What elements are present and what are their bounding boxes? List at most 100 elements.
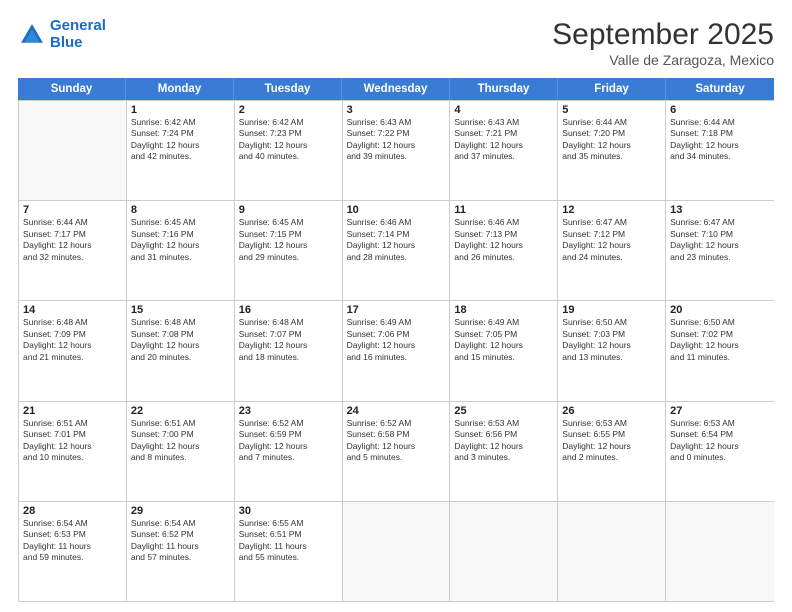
day-info: Sunrise: 6:53 AMSunset: 6:55 PMDaylight:… bbox=[562, 418, 661, 464]
day-number: 9 bbox=[239, 204, 338, 216]
logo: General Blue bbox=[18, 18, 106, 51]
calendar: SundayMondayTuesdayWednesdayThursdayFrid… bbox=[18, 78, 774, 602]
logo-line1: General bbox=[50, 17, 106, 34]
day-cell-15: 15Sunrise: 6:48 AMSunset: 7:08 PMDayligh… bbox=[127, 301, 235, 400]
day-cell-2: 2Sunrise: 6:42 AMSunset: 7:23 PMDaylight… bbox=[235, 101, 343, 200]
weekday-header-friday: Friday bbox=[558, 78, 666, 100]
day-number: 19 bbox=[562, 304, 661, 316]
day-cell-7: 7Sunrise: 6:44 AMSunset: 7:17 PMDaylight… bbox=[19, 201, 127, 300]
day-cell-30: 30Sunrise: 6:55 AMSunset: 6:51 PMDayligh… bbox=[235, 502, 343, 601]
day-number: 2 bbox=[239, 104, 338, 116]
day-number: 26 bbox=[562, 405, 661, 417]
day-cell-18: 18Sunrise: 6:49 AMSunset: 7:05 PMDayligh… bbox=[450, 301, 558, 400]
day-info: Sunrise: 6:50 AMSunset: 7:02 PMDaylight:… bbox=[670, 317, 770, 363]
day-cell-21: 21Sunrise: 6:51 AMSunset: 7:01 PMDayligh… bbox=[19, 402, 127, 501]
logo-text: General Blue bbox=[50, 18, 106, 51]
day-number: 21 bbox=[23, 405, 122, 417]
day-cell-26: 26Sunrise: 6:53 AMSunset: 6:55 PMDayligh… bbox=[558, 402, 666, 501]
day-cell-9: 9Sunrise: 6:45 AMSunset: 7:15 PMDaylight… bbox=[235, 201, 343, 300]
day-info: Sunrise: 6:42 AMSunset: 7:24 PMDaylight:… bbox=[131, 117, 230, 163]
day-info: Sunrise: 6:53 AMSunset: 6:56 PMDaylight:… bbox=[454, 418, 553, 464]
weekday-header-sunday: Sunday bbox=[18, 78, 126, 100]
empty-cell-0-0 bbox=[19, 101, 127, 200]
empty-cell-4-4 bbox=[450, 502, 558, 601]
day-cell-14: 14Sunrise: 6:48 AMSunset: 7:09 PMDayligh… bbox=[19, 301, 127, 400]
day-info: Sunrise: 6:51 AMSunset: 7:01 PMDaylight:… bbox=[23, 418, 122, 464]
weekday-header-saturday: Saturday bbox=[666, 78, 774, 100]
day-number: 30 bbox=[239, 505, 338, 517]
day-cell-22: 22Sunrise: 6:51 AMSunset: 7:00 PMDayligh… bbox=[127, 402, 235, 501]
day-info: Sunrise: 6:44 AMSunset: 7:18 PMDaylight:… bbox=[670, 117, 770, 163]
day-number: 11 bbox=[454, 204, 553, 216]
day-number: 10 bbox=[347, 204, 446, 216]
day-cell-19: 19Sunrise: 6:50 AMSunset: 7:03 PMDayligh… bbox=[558, 301, 666, 400]
day-info: Sunrise: 6:53 AMSunset: 6:54 PMDaylight:… bbox=[670, 418, 770, 464]
day-cell-16: 16Sunrise: 6:48 AMSunset: 7:07 PMDayligh… bbox=[235, 301, 343, 400]
empty-cell-4-5 bbox=[558, 502, 666, 601]
calendar-row-1: 7Sunrise: 6:44 AMSunset: 7:17 PMDaylight… bbox=[19, 200, 774, 300]
day-cell-27: 27Sunrise: 6:53 AMSunset: 6:54 PMDayligh… bbox=[666, 402, 774, 501]
calendar-header: SundayMondayTuesdayWednesdayThursdayFrid… bbox=[18, 78, 774, 100]
day-cell-1: 1Sunrise: 6:42 AMSunset: 7:24 PMDaylight… bbox=[127, 101, 235, 200]
day-cell-25: 25Sunrise: 6:53 AMSunset: 6:56 PMDayligh… bbox=[450, 402, 558, 501]
day-cell-29: 29Sunrise: 6:54 AMSunset: 6:52 PMDayligh… bbox=[127, 502, 235, 601]
empty-cell-4-6 bbox=[666, 502, 774, 601]
day-info: Sunrise: 6:43 AMSunset: 7:22 PMDaylight:… bbox=[347, 117, 446, 163]
day-number: 23 bbox=[239, 405, 338, 417]
calendar-row-2: 14Sunrise: 6:48 AMSunset: 7:09 PMDayligh… bbox=[19, 300, 774, 400]
logo-icon bbox=[18, 21, 46, 49]
day-cell-3: 3Sunrise: 6:43 AMSunset: 7:22 PMDaylight… bbox=[343, 101, 451, 200]
day-number: 3 bbox=[347, 104, 446, 116]
day-info: Sunrise: 6:54 AMSunset: 6:52 PMDaylight:… bbox=[131, 518, 230, 564]
day-cell-23: 23Sunrise: 6:52 AMSunset: 6:59 PMDayligh… bbox=[235, 402, 343, 501]
day-number: 6 bbox=[670, 104, 770, 116]
day-number: 18 bbox=[454, 304, 553, 316]
calendar-row-4: 28Sunrise: 6:54 AMSunset: 6:53 PMDayligh… bbox=[19, 501, 774, 601]
day-number: 17 bbox=[347, 304, 446, 316]
day-number: 7 bbox=[23, 204, 122, 216]
calendar-title: September 2025 bbox=[552, 18, 774, 52]
day-cell-13: 13Sunrise: 6:47 AMSunset: 7:10 PMDayligh… bbox=[666, 201, 774, 300]
day-number: 27 bbox=[670, 405, 770, 417]
day-info: Sunrise: 6:44 AMSunset: 7:20 PMDaylight:… bbox=[562, 117, 661, 163]
logo-line2: Blue bbox=[50, 34, 83, 51]
weekday-header-wednesday: Wednesday bbox=[342, 78, 450, 100]
day-number: 13 bbox=[670, 204, 770, 216]
day-info: Sunrise: 6:45 AMSunset: 7:16 PMDaylight:… bbox=[131, 217, 230, 263]
day-info: Sunrise: 6:45 AMSunset: 7:15 PMDaylight:… bbox=[239, 217, 338, 263]
day-number: 5 bbox=[562, 104, 661, 116]
day-info: Sunrise: 6:47 AMSunset: 7:10 PMDaylight:… bbox=[670, 217, 770, 263]
day-cell-20: 20Sunrise: 6:50 AMSunset: 7:02 PMDayligh… bbox=[666, 301, 774, 400]
day-number: 8 bbox=[131, 204, 230, 216]
day-number: 4 bbox=[454, 104, 553, 116]
day-number: 20 bbox=[670, 304, 770, 316]
header: General Blue September 2025 Valle de Zar… bbox=[18, 18, 774, 68]
day-number: 29 bbox=[131, 505, 230, 517]
day-info: Sunrise: 6:52 AMSunset: 6:59 PMDaylight:… bbox=[239, 418, 338, 464]
day-number: 22 bbox=[131, 405, 230, 417]
day-number: 24 bbox=[347, 405, 446, 417]
day-number: 15 bbox=[131, 304, 230, 316]
day-info: Sunrise: 6:48 AMSunset: 7:07 PMDaylight:… bbox=[239, 317, 338, 363]
calendar-row-0: 1Sunrise: 6:42 AMSunset: 7:24 PMDaylight… bbox=[19, 100, 774, 200]
day-info: Sunrise: 6:51 AMSunset: 7:00 PMDaylight:… bbox=[131, 418, 230, 464]
day-cell-11: 11Sunrise: 6:46 AMSunset: 7:13 PMDayligh… bbox=[450, 201, 558, 300]
weekday-header-tuesday: Tuesday bbox=[234, 78, 342, 100]
day-cell-8: 8Sunrise: 6:45 AMSunset: 7:16 PMDaylight… bbox=[127, 201, 235, 300]
day-info: Sunrise: 6:42 AMSunset: 7:23 PMDaylight:… bbox=[239, 117, 338, 163]
calendar-body: 1Sunrise: 6:42 AMSunset: 7:24 PMDaylight… bbox=[18, 100, 774, 602]
day-cell-6: 6Sunrise: 6:44 AMSunset: 7:18 PMDaylight… bbox=[666, 101, 774, 200]
day-number: 14 bbox=[23, 304, 122, 316]
day-info: Sunrise: 6:48 AMSunset: 7:09 PMDaylight:… bbox=[23, 317, 122, 363]
day-number: 12 bbox=[562, 204, 661, 216]
day-number: 25 bbox=[454, 405, 553, 417]
empty-cell-4-3 bbox=[343, 502, 451, 601]
day-number: 16 bbox=[239, 304, 338, 316]
day-info: Sunrise: 6:44 AMSunset: 7:17 PMDaylight:… bbox=[23, 217, 122, 263]
weekday-header-thursday: Thursday bbox=[450, 78, 558, 100]
day-info: Sunrise: 6:55 AMSunset: 6:51 PMDaylight:… bbox=[239, 518, 338, 564]
day-cell-12: 12Sunrise: 6:47 AMSunset: 7:12 PMDayligh… bbox=[558, 201, 666, 300]
calendar-row-3: 21Sunrise: 6:51 AMSunset: 7:01 PMDayligh… bbox=[19, 401, 774, 501]
title-block: September 2025 Valle de Zaragoza, Mexico bbox=[552, 18, 774, 68]
day-info: Sunrise: 6:49 AMSunset: 7:05 PMDaylight:… bbox=[454, 317, 553, 363]
